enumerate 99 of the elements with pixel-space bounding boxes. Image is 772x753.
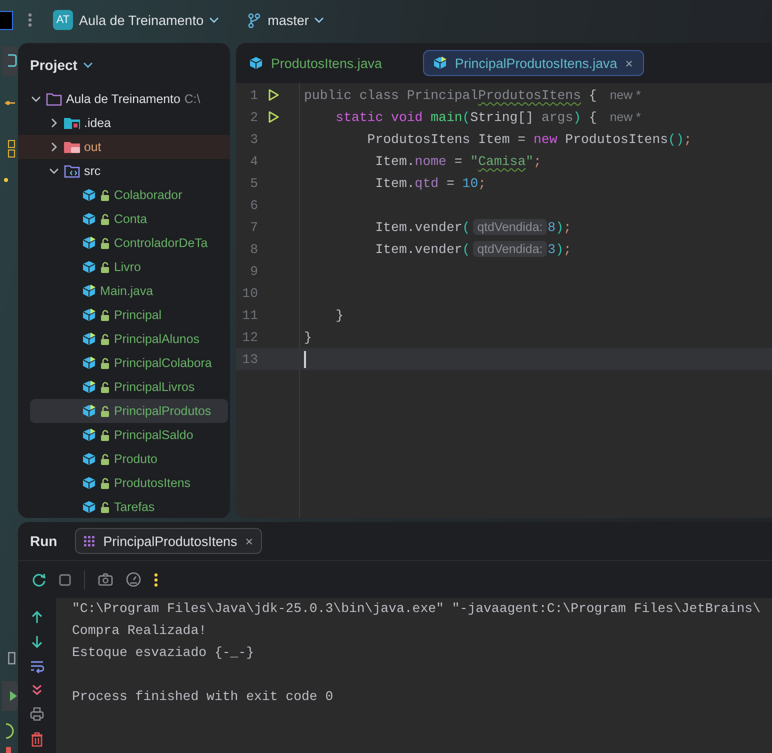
code-text: } (334, 308, 344, 322)
code-text: Item.vender( (374, 220, 470, 234)
tree-item[interactable]: Principal (18, 303, 230, 327)
lock-icon (100, 454, 110, 464)
lock-icon (100, 358, 110, 368)
lock-icon (100, 478, 110, 488)
commit-icon[interactable] (5, 100, 15, 106)
status-dot-icon (4, 178, 8, 182)
code-text: 3); (548, 242, 572, 256)
panel-title[interactable]: Project (30, 57, 78, 73)
line-number: 4 (249, 154, 258, 168)
text-caret (304, 350, 306, 368)
more-icon[interactable] (154, 572, 158, 586)
line-number: 13 (241, 352, 258, 366)
tree-item[interactable]: PrincipalLivros (18, 375, 230, 399)
lock-icon (100, 190, 110, 200)
console-line: "C:\Program Files\Java\jdk-25.0.3\bin\java.exe" "-javaagent:C:\Program Files\JetBrains\ (72, 600, 762, 618)
tree-item[interactable]: Colaborador (18, 183, 230, 207)
tree-item[interactable]: Produto (18, 447, 230, 471)
tree-item[interactable]: Aula de Treinamento C:\ (18, 87, 230, 111)
console-line: Estoque esvaziado {-_-} (72, 644, 256, 662)
scroll-to-end-icon[interactable] (31, 684, 43, 696)
console-line: Compra Realizada! (72, 622, 208, 640)
code-text: ProdutosItens Item = new ProdutosItens(); (366, 132, 692, 146)
wrap-icon[interactable] (30, 660, 44, 673)
tree-item[interactable]: PrincipalColabora (18, 351, 230, 375)
settings-folder-icon (64, 116, 80, 130)
close-button[interactable]: × (245, 534, 254, 548)
lock-icon (100, 382, 110, 392)
line-number: 9 (249, 264, 258, 278)
rerun-icon[interactable] (32, 572, 46, 586)
file-icon[interactable] (8, 652, 16, 665)
line-number: 3 (249, 132, 258, 146)
run-icon[interactable] (268, 89, 279, 101)
code-text: public class PrincipalProdutosItens { (304, 88, 597, 102)
lock-icon (100, 502, 110, 512)
structure-icon[interactable] (8, 140, 16, 158)
grid-icon (84, 536, 96, 546)
branch-name[interactable]: master (268, 12, 309, 28)
tree-item[interactable]: ProdutosItens (18, 471, 230, 495)
lock-icon (100, 334, 110, 344)
line-number: 1 (249, 88, 258, 102)
code-text: Item.vender( (374, 242, 470, 256)
tree-item[interactable]: PrincipalAlunos (18, 327, 230, 351)
line-number: 12 (241, 330, 258, 344)
tree-item[interactable]: PrincipalSaldo (18, 423, 230, 447)
panel-title: Run (30, 533, 58, 549)
camera-icon[interactable] (98, 573, 113, 586)
editor-tab[interactable]: PrincipalProdutosItens.java × (422, 50, 644, 76)
lock-icon (100, 310, 110, 320)
line-number: 7 (249, 220, 258, 234)
line-number: 10 (241, 286, 258, 300)
folder-icon (46, 92, 62, 106)
parameter-hint: qtdVendida: (473, 241, 547, 257)
lock-icon (100, 262, 110, 272)
tree-item[interactable]: Conta (18, 207, 230, 231)
app-icon[interactable] (0, 10, 13, 30)
line-number: 8 (249, 242, 258, 256)
lock-icon (100, 430, 110, 440)
code-text: } (304, 330, 312, 344)
tree-item[interactable]: PrincipalProdutos (30, 399, 228, 423)
parameter-hint: qtdVendida: (473, 219, 547, 235)
run-tab[interactable]: PrincipalProdutosItens × (75, 528, 262, 554)
lock-icon (100, 406, 110, 416)
code-text: Item.qtd = 10; (374, 176, 486, 190)
tree-item[interactable]: Main.java (18, 279, 230, 303)
editor-tab[interactable]: ProdutosItens.java (248, 50, 393, 76)
arrow-down-icon[interactable] (31, 635, 43, 649)
project-icon[interactable] (8, 54, 18, 68)
trash-icon[interactable] (31, 732, 43, 747)
print-icon[interactable] (30, 707, 44, 721)
folder-path: C:\ (184, 92, 200, 106)
close-button[interactable]: × (625, 56, 633, 70)
tree-item[interactable]: ControladorDeTa (18, 231, 230, 255)
tree-item[interactable]: src (18, 159, 230, 183)
stop-icon[interactable] (59, 574, 71, 586)
line-number: 5 (249, 176, 258, 190)
arrow-up-icon[interactable] (31, 610, 43, 624)
code-text: Item.nome = "Camisa"; (374, 154, 542, 168)
tree-item[interactable]: .idea (18, 111, 230, 135)
code-text: 8); (548, 220, 572, 234)
lock-icon (100, 238, 110, 248)
tree-item[interactable]: Tarefas (18, 495, 230, 518)
line-number: 11 (241, 308, 258, 322)
source-folder-icon (64, 164, 80, 178)
line-number: 2 (249, 110, 258, 124)
folder-icon (64, 140, 80, 154)
run-icon[interactable] (268, 111, 279, 123)
code-text: static void main(String[] args) { (334, 110, 597, 124)
line-number: 6 (249, 198, 258, 212)
inlay-hint: new * (610, 88, 641, 102)
gauge-icon[interactable] (126, 572, 141, 587)
console-line: Process finished with exit code 0 (72, 688, 334, 706)
tree-item[interactable]: out (18, 135, 230, 159)
inlay-hint: new * (610, 110, 641, 124)
tree-item[interactable]: Livro (18, 255, 230, 279)
lock-icon (100, 214, 110, 224)
branch-icon[interactable] (248, 12, 260, 28)
project-name[interactable]: Aula de Treinamento (79, 12, 204, 28)
